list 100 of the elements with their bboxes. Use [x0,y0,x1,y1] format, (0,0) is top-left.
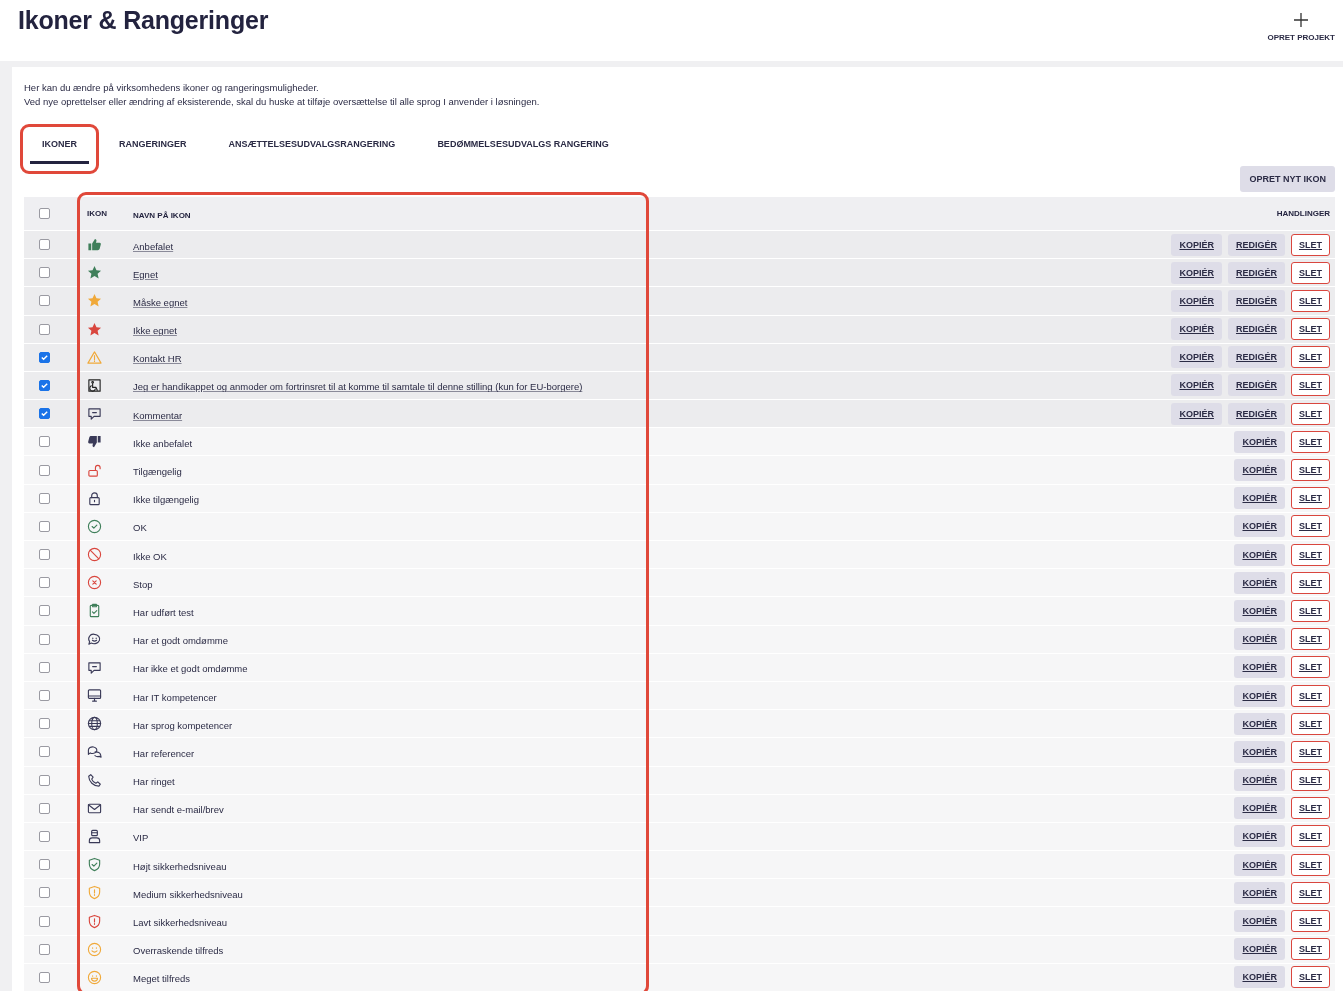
delete-button[interactable]: SLET [1291,233,1330,256]
row-checkbox[interactable] [38,464,50,476]
row-checkbox[interactable] [38,549,50,561]
action-button[interactable]: KOPIÉR [1234,628,1285,651]
delete-button[interactable]: SLET [1291,430,1330,453]
row-checkbox[interactable] [38,802,50,814]
delete-button[interactable]: SLET [1291,966,1330,989]
icon-name-link[interactable]: Ikke egnet [133,325,177,337]
action-button[interactable]: KOPIÉR [1171,318,1222,341]
row-checkbox[interactable] [38,887,50,899]
row-checkbox[interactable] [38,943,50,955]
row-checkbox[interactable] [38,379,50,391]
row-checkbox[interactable] [38,830,50,842]
delete-button[interactable]: SLET [1291,740,1330,763]
row-checkbox[interactable] [38,492,50,504]
delete-button[interactable]: SLET [1291,881,1330,904]
row-checkbox[interactable] [38,295,50,307]
action-button[interactable]: KOPIÉR [1171,374,1222,397]
row-checkbox[interactable] [38,239,50,251]
action-button[interactable]: KOPIÉR [1171,402,1222,425]
tab[interactable]: BEDØMMELSESUDVALGS RANGERING [425,127,621,164]
tab[interactable]: ANSÆTTELSESUDVALGSRANGERING [216,127,408,164]
action-button[interactable]: KOPIÉR [1234,571,1285,594]
delete-button[interactable]: SLET [1291,797,1330,820]
row-checkbox[interactable] [38,577,50,589]
row-checkbox[interactable] [38,633,50,645]
tab[interactable]: RANGERINGER [107,127,199,164]
action-button[interactable]: KOPIÉR [1234,740,1285,763]
action-button[interactable]: KOPIÉR [1171,261,1222,284]
row-checkbox[interactable] [38,520,50,532]
row-checkbox[interactable] [38,971,50,983]
icon-name-link[interactable]: Kontakt HR [133,353,182,365]
delete-button[interactable]: SLET [1291,346,1330,369]
action-button[interactable]: KOPIÉR [1234,487,1285,510]
action-button[interactable]: REDIGÉR [1227,233,1285,256]
action-button[interactable]: KOPIÉR [1171,346,1222,369]
action-button[interactable]: KOPIÉR [1234,825,1285,848]
action-button[interactable]: REDIGÉR [1227,402,1285,425]
delete-button[interactable]: SLET [1291,599,1330,622]
select-all-checkbox[interactable] [38,207,50,219]
action-button[interactable]: KOPIÉR [1234,797,1285,820]
delete-button[interactable]: SLET [1291,628,1330,651]
action-button[interactable]: REDIGÉR [1227,289,1285,312]
row-checkbox[interactable] [38,661,50,673]
action-button[interactable]: KOPIÉR [1234,966,1285,989]
action-button[interactable]: KOPIÉR [1234,910,1285,933]
row-checkbox[interactable] [38,774,50,786]
row-checkbox[interactable] [38,746,50,758]
delete-button[interactable]: SLET [1291,825,1330,848]
action-button[interactable]: KOPIÉR [1234,656,1285,679]
delete-button[interactable]: SLET [1291,712,1330,735]
delete-button[interactable]: SLET [1291,318,1330,341]
delete-button[interactable]: SLET [1291,910,1330,933]
action-button[interactable]: KOPIÉR [1234,853,1285,876]
action-button[interactable]: KOPIÉR [1171,233,1222,256]
row-checkbox[interactable] [38,859,50,871]
row-checkbox[interactable] [38,408,50,420]
delete-button[interactable]: SLET [1291,261,1330,284]
row-checkbox[interactable] [38,323,50,335]
action-button[interactable]: KOPIÉR [1234,515,1285,538]
action-button[interactable]: KOPIÉR [1234,459,1285,482]
delete-button[interactable]: SLET [1291,656,1330,679]
delete-button[interactable]: SLET [1291,684,1330,707]
create-icon-button[interactable]: OPRET NYT IKON [1240,165,1335,192]
action-button[interactable]: KOPIÉR [1234,712,1285,735]
delete-button[interactable]: SLET [1291,515,1330,538]
row-checkbox[interactable] [38,351,50,363]
action-button[interactable]: KOPIÉR [1234,938,1285,961]
icon-name-link[interactable]: Egnet [133,268,158,280]
delete-button[interactable]: SLET [1291,769,1330,792]
action-button[interactable]: KOPIÉR [1234,881,1285,904]
action-button[interactable]: KOPIÉR [1234,430,1285,453]
row-checkbox[interactable] [38,718,50,730]
icon-name-link[interactable]: Jeg er handikappet og anmoder om fortrinsret til at komme til samtale til denne stilling (kun for EU-borgere) [133,381,583,393]
delete-button[interactable]: SLET [1291,938,1330,961]
create-project-button[interactable]: OPRET PROJEKT [1267,0,1335,42]
icon-name-link[interactable]: Anbefalet [133,240,174,252]
action-button[interactable]: KOPIÉR [1234,769,1285,792]
delete-button[interactable]: SLET [1291,289,1330,312]
delete-button[interactable]: SLET [1291,374,1330,397]
row-checkbox[interactable] [38,436,50,448]
delete-button[interactable]: SLET [1291,402,1330,425]
action-button[interactable]: KOPIÉR [1171,289,1222,312]
action-button[interactable]: KOPIÉR [1234,599,1285,622]
delete-button[interactable]: SLET [1291,459,1330,482]
action-button[interactable]: REDIGÉR [1227,318,1285,341]
action-button[interactable]: REDIGÉR [1227,346,1285,369]
delete-button[interactable]: SLET [1291,571,1330,594]
row-checkbox[interactable] [38,915,50,927]
action-button[interactable]: KOPIÉR [1234,684,1285,707]
delete-button[interactable]: SLET [1291,853,1330,876]
action-button[interactable]: REDIGÉR [1227,374,1285,397]
action-button[interactable]: REDIGÉR [1227,261,1285,284]
row-checkbox[interactable] [38,267,50,279]
icon-name-link[interactable]: Kommentar [133,409,183,421]
action-button[interactable]: KOPIÉR [1234,543,1285,566]
delete-button[interactable]: SLET [1291,543,1330,566]
delete-button[interactable]: SLET [1291,487,1330,510]
icon-name-link[interactable]: Måske egnet [133,296,188,308]
tab[interactable]: IKONER [30,127,89,164]
